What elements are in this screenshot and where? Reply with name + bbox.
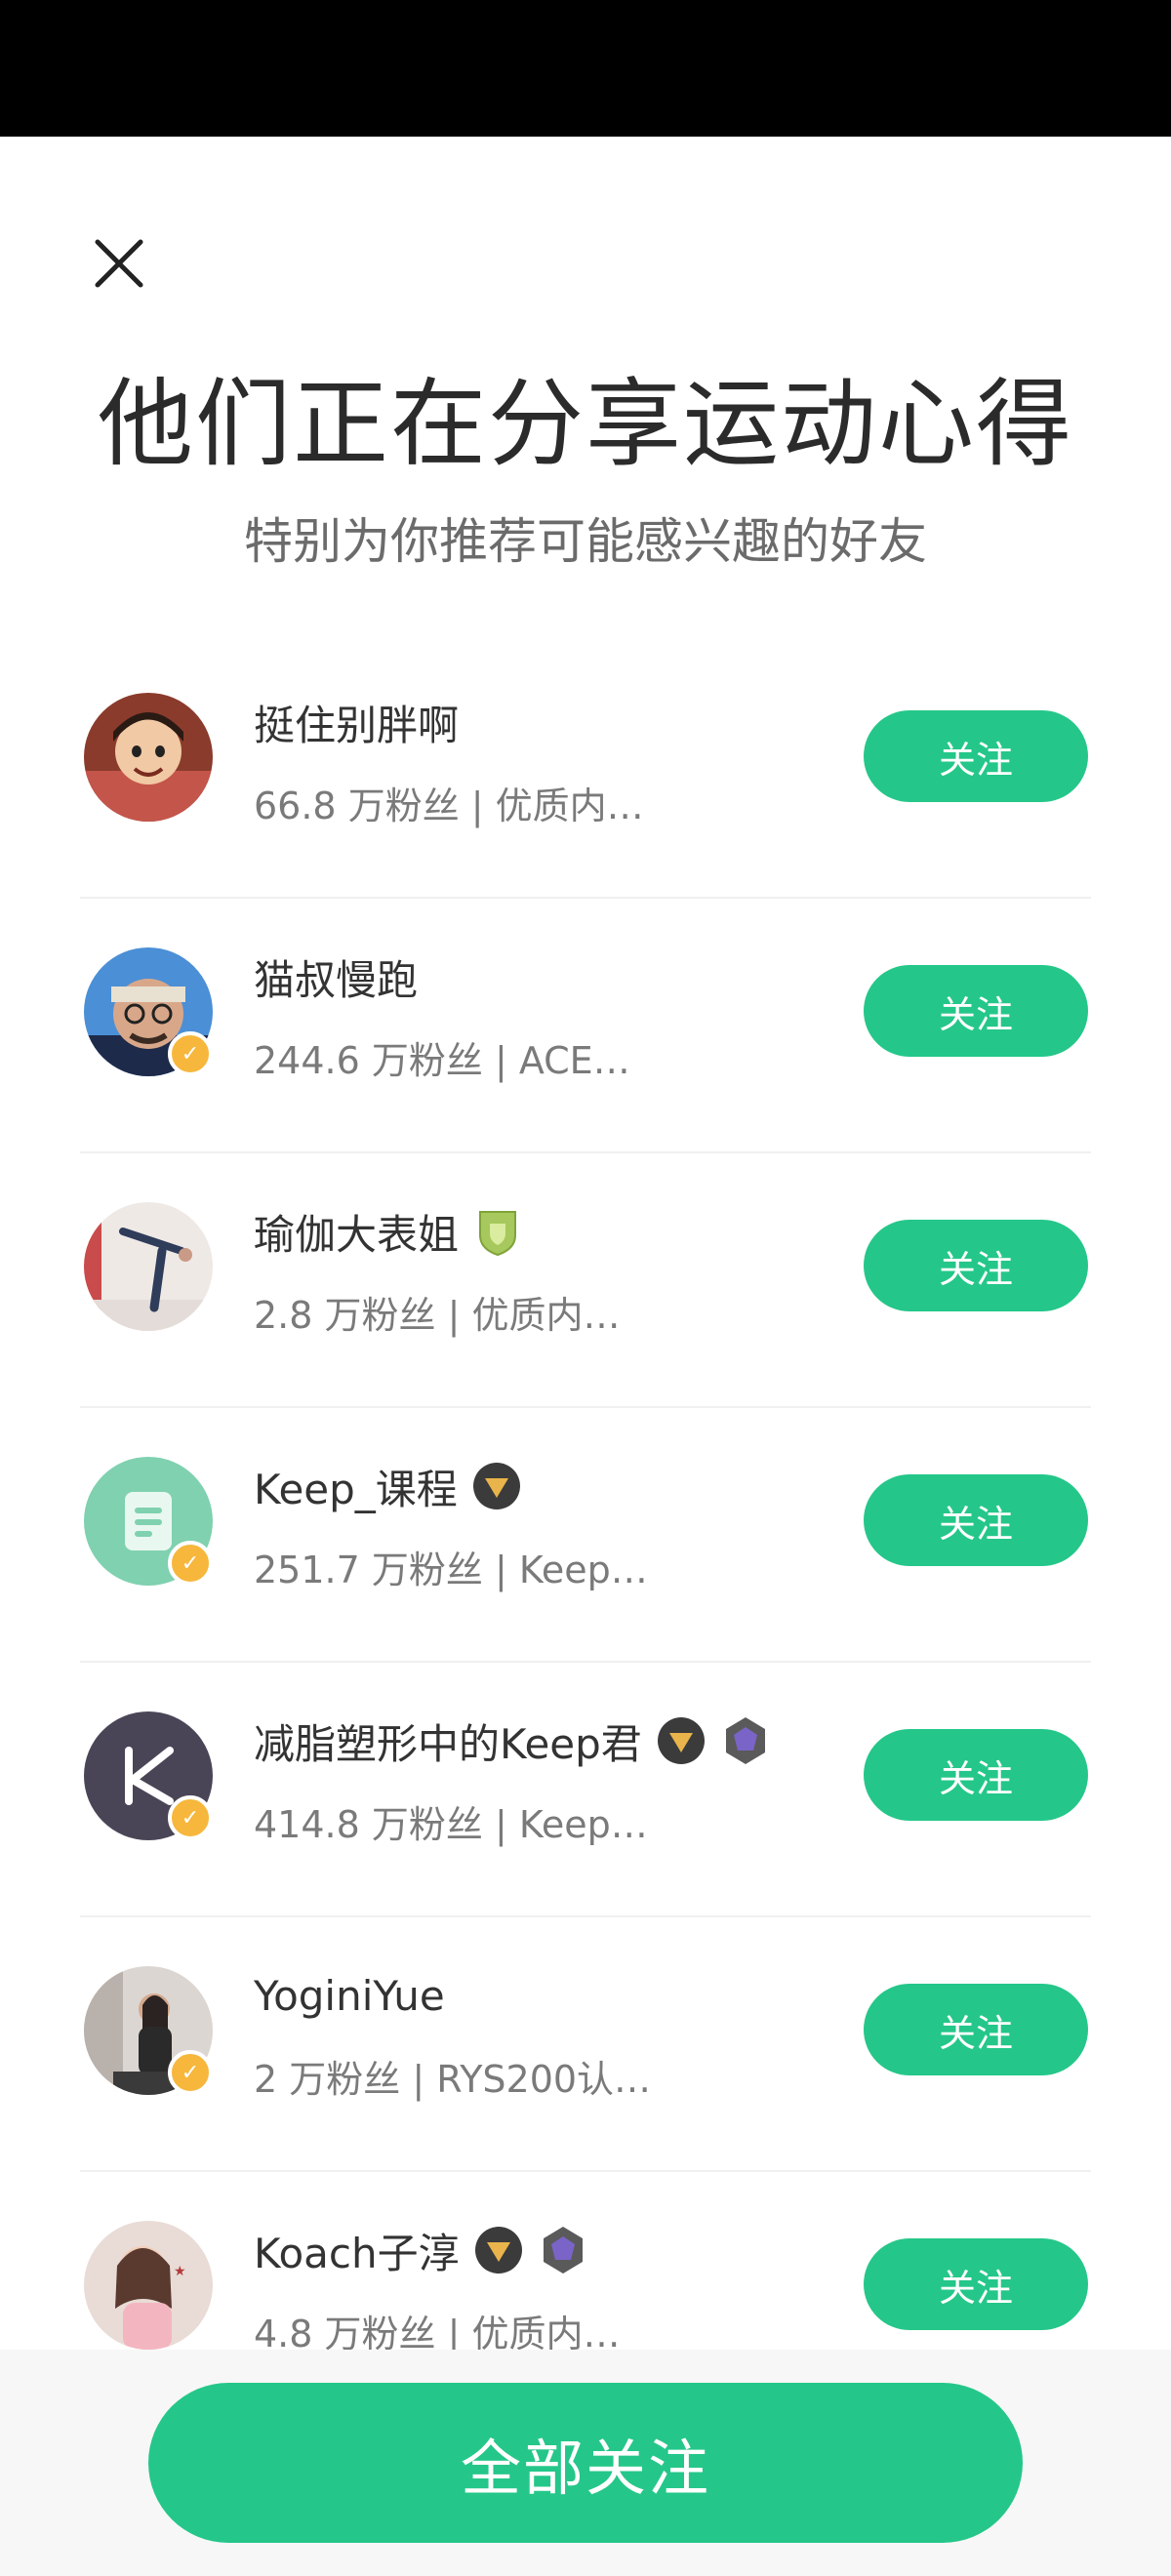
gold-medal-icon: [472, 1463, 520, 1509]
avatar[interactable]: [84, 1202, 213, 1331]
gem-medal-icon: [725, 1717, 765, 1764]
user-name[interactable]: Koach子淳: [254, 2221, 460, 2280]
list-item: ✓ YoginiYue 2 万粉丝 | RYS200认… 关注: [0, 1917, 1171, 2172]
user-name-line: 猫叔慢跑: [254, 947, 418, 1006]
page-title: 他们正在分享运动心得: [97, 369, 1073, 480]
follow-button[interactable]: 关注: [864, 2238, 1088, 2330]
user-description: 244.6 万粉丝 | ACE…: [254, 1039, 630, 1082]
svg-text:★: ★: [174, 2264, 186, 2279]
avatar[interactable]: ★: [84, 2221, 213, 2350]
verified-badge-icon: ✓: [168, 1795, 213, 1840]
follow-all-button[interactable]: 全部关注: [148, 2383, 1023, 2543]
user-name[interactable]: Keep_课程: [254, 1457, 458, 1516]
user-name-line: 减脂塑形中的Keep君: [254, 1711, 771, 1770]
gold-medal-icon: [474, 2227, 522, 2274]
avatar[interactable]: [84, 693, 213, 822]
user-name[interactable]: YoginiYue: [254, 1972, 445, 2020]
user-description: 2.8 万粉丝 | 优质内…: [254, 1294, 621, 1337]
gem-medal-icon: [543, 2227, 583, 2274]
verified-badge-icon: ✓: [168, 2050, 213, 2095]
follow-button[interactable]: 关注: [864, 1220, 1088, 1311]
user-description: 2 万粉丝 | RYS200认…: [254, 2058, 652, 2101]
user-name[interactable]: 瑜伽大表姐: [254, 1202, 459, 1262]
verified-badge-icon: ✓: [168, 1031, 213, 1076]
list-item: ✓ Keep_课程 251.7 万粉丝 | Keep… 关注: [0, 1408, 1171, 1663]
user-name-line: Koach子淳: [254, 2221, 588, 2279]
page-subtitle: 特别为你推荐可能感兴趣的好友: [244, 513, 927, 570]
verified-badge-icon: ✓: [168, 1541, 213, 1586]
follow-button[interactable]: 关注: [864, 1474, 1088, 1566]
user-name-line: 挺住别胖啊: [254, 693, 459, 751]
shield-medal-icon: [479, 1211, 517, 1257]
close-icon: [95, 239, 143, 288]
recommended-user-list: 挺住别胖啊 66.8 万粉丝 | 优质内… 关注 ✓ 猫叔慢跑 244.6 万粉…: [0, 644, 1171, 2427]
user-description: 251.7 万粉丝 | Keep…: [254, 1549, 648, 1591]
user-name-line: YoginiYue: [254, 1966, 445, 2025]
user-description: 66.8 万粉丝 | 优质内…: [254, 785, 644, 827]
follow-button[interactable]: 关注: [864, 710, 1088, 802]
user-description: 414.8 万粉丝 | Keep…: [254, 1803, 648, 1846]
bottom-action-bar: 全部关注: [0, 2350, 1171, 2576]
list-item: ✓ 减脂塑形中的Keep君 414.8 万粉丝 | Keep… 关注: [0, 1663, 1171, 1917]
user-name[interactable]: 减脂塑形中的Keep君: [254, 1711, 642, 1771]
list-item: 挺住别胖啊 66.8 万粉丝 | 优质内… 关注: [0, 644, 1171, 899]
follow-button[interactable]: 关注: [864, 965, 1088, 1057]
list-item: ✓ 猫叔慢跑 244.6 万粉丝 | ACE… 关注: [0, 899, 1171, 1153]
close-button[interactable]: [80, 224, 158, 302]
gold-medal-icon: [657, 1717, 705, 1764]
follow-button[interactable]: 关注: [864, 1729, 1088, 1821]
follow-button[interactable]: 关注: [864, 1984, 1088, 2075]
user-name-line: Keep_课程: [254, 1457, 522, 1515]
user-name[interactable]: 挺住别胖啊: [254, 693, 459, 752]
list-item: 瑜伽大表姐 2.8 万粉丝 | 优质内… 关注: [0, 1153, 1171, 1408]
user-name[interactable]: 猫叔慢跑: [254, 947, 418, 1007]
status-bar: [0, 0, 1171, 137]
user-name-line: 瑜伽大表姐: [254, 1202, 523, 1261]
